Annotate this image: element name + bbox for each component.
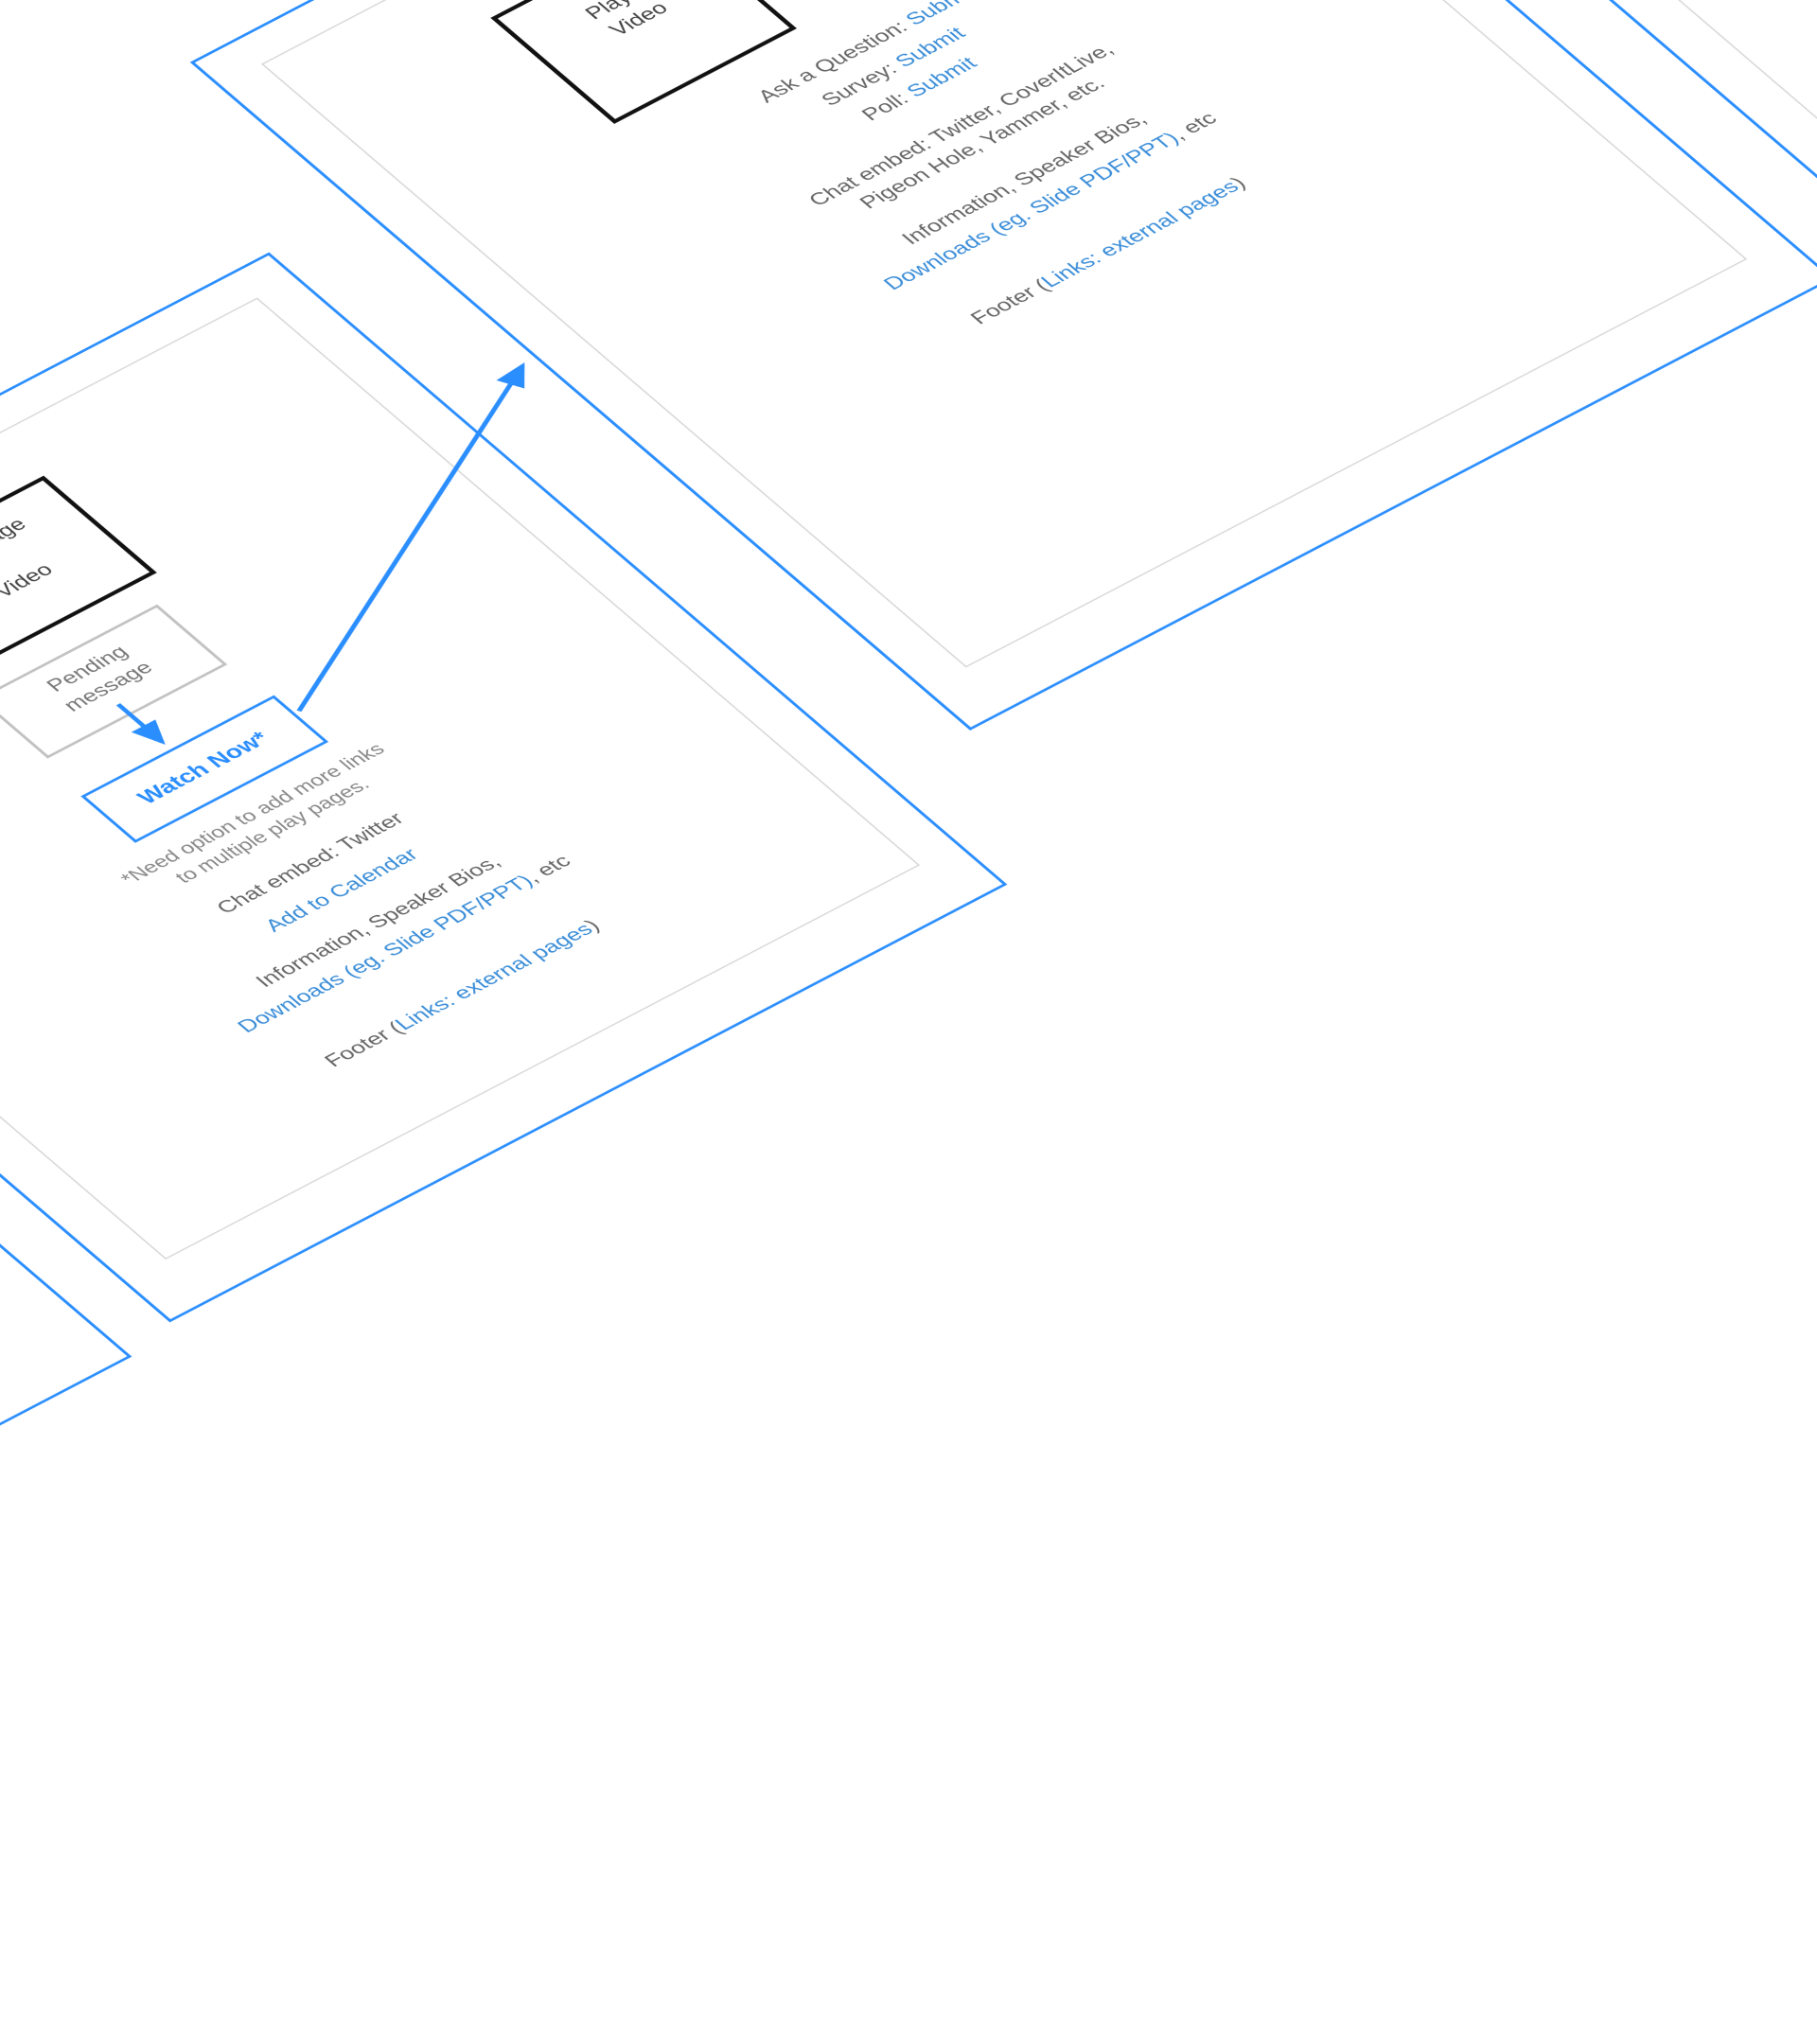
- play-a-footer-pre: Footer (: [966, 276, 1054, 328]
- lobby-footer-link[interactable]: Links: external pages: [390, 920, 598, 1034]
- lobby-downloads-post: , etc: [520, 852, 576, 887]
- lobby-media: Holding Image or Intro Video: [0, 476, 157, 690]
- play-page-a-card: Header (Brand) Player Video Slides In sy…: [190, 0, 1817, 731]
- lobby-note: *Need option to add more links to multip…: [0, 672, 538, 973]
- play-a-downloads: Downloads (eg. Slide PDF/PPT), etc: [652, 0, 1452, 414]
- lobby-footer-post: ): [581, 916, 606, 935]
- lobby-downloads-link[interactable]: Downloads (eg. Slide PDF/PPT): [233, 872, 538, 1037]
- lobby-header: Header (Brand): [0, 308, 289, 719]
- lobby-info-line: Information, Speaker Bios,: [0, 716, 766, 1127]
- lobby-downloads: Downloads (eg. Slide PDF/PPT), etc: [19, 739, 792, 1150]
- watch-now-button[interactable]: Watch Now*: [80, 696, 328, 843]
- watch-now-label: Watch Now*: [133, 729, 274, 808]
- lobby-pending-message: Pending message: [0, 605, 227, 759]
- lobby-footer: Footer (Links: external pages): [77, 788, 850, 1199]
- lobby-footer-pre: Footer (: [320, 1019, 408, 1071]
